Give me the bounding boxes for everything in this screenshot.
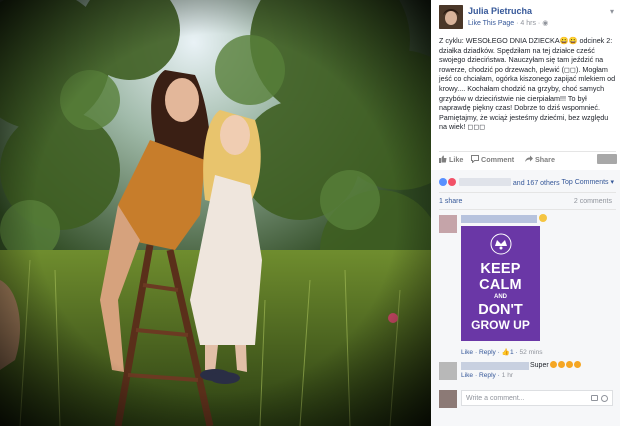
comment-time[interactable]: 52 mins xyxy=(519,349,542,356)
comment-label: Comment xyxy=(481,155,515,164)
crown-icon xyxy=(490,233,512,255)
comment-text: Super xyxy=(530,361,581,369)
share-button[interactable]: Share xyxy=(525,155,555,164)
comment-like-link[interactable]: Like xyxy=(461,372,473,379)
smile-emoji-icon xyxy=(565,361,573,368)
commenter-avatar[interactable] xyxy=(439,362,457,380)
avatar-image xyxy=(439,5,463,29)
reactions-summary[interactable]: and 167 others xyxy=(439,178,560,187)
comment-icon xyxy=(471,155,479,163)
comment-like-count[interactable]: 1 xyxy=(510,349,514,356)
reactor-names xyxy=(458,178,511,186)
divider xyxy=(439,151,616,152)
divider xyxy=(439,209,616,210)
viewer-avatar[interactable] xyxy=(597,154,617,164)
commenter-name[interactable] xyxy=(461,362,529,370)
globe-icon: ◉ xyxy=(542,20,549,27)
smile-emoji-icon xyxy=(573,361,581,368)
page-name[interactable]: Julia Pietrucha xyxy=(468,6,532,16)
comment-text-body: Super xyxy=(530,362,549,369)
camera-icon[interactable] xyxy=(591,395,598,401)
commenter-avatar[interactable] xyxy=(439,215,457,233)
post-photo[interactable] xyxy=(0,0,431,426)
post-meta: Like This Page · 4 hrs · ◉ xyxy=(468,20,549,27)
viewer-avatar[interactable] xyxy=(439,390,457,408)
divider xyxy=(439,192,616,193)
keep-calm-line3: AND xyxy=(494,294,507,300)
comment-input-placeholder: Write a comment... xyxy=(466,395,525,402)
reactions-others[interactable]: and 167 others xyxy=(513,180,560,187)
keep-calm-line5: GROW UP xyxy=(471,318,530,332)
like-page-link[interactable]: Like This Page xyxy=(468,20,514,27)
smile-emoji-icon xyxy=(557,361,565,368)
comment-input[interactable]: Write a comment... xyxy=(461,390,613,406)
photo-illustration xyxy=(0,0,431,426)
post-text: Z cyklu: WESOŁEGO DNIA DZIECKA😀😀 odcinek… xyxy=(439,36,616,132)
share-label: Share xyxy=(535,155,555,164)
keep-calm-line2: CALM xyxy=(479,277,522,293)
keep-calm-line4: DON'T xyxy=(478,302,523,318)
thumbs-up-icon: 👍 xyxy=(501,349,510,356)
like-reaction-icon xyxy=(439,178,447,186)
post-header: Julia Pietrucha Like This Page · 4 hrs ·… xyxy=(439,5,616,35)
share-icon xyxy=(525,155,533,162)
comment-meta: Like · Reply · 1 hr xyxy=(461,372,514,379)
comment-like-link[interactable]: Like xyxy=(461,349,473,356)
thumbs-up-icon xyxy=(439,155,447,163)
comment-reply-link[interactable]: Reply xyxy=(479,372,496,379)
shares-count[interactable]: 1 share xyxy=(439,198,462,205)
post-sidebar: Julia Pietrucha Like This Page · 4 hrs ·… xyxy=(431,0,620,426)
comment-reply-link[interactable]: Reply xyxy=(479,349,496,356)
comment-image[interactable]: KEEP CALM AND DON'T GROW UP xyxy=(461,226,540,341)
love-reaction-icon xyxy=(448,178,456,186)
top-comments-dropdown[interactable]: Top Comments ▾ xyxy=(561,178,614,186)
smile-emoji-icon xyxy=(549,361,557,368)
post-time[interactable]: 4 hrs xyxy=(520,20,536,27)
comment-meta: Like · Reply · 👍1 · 52 mins xyxy=(461,349,543,356)
action-bar: Like Comment Share xyxy=(439,154,619,167)
keep-calm-line1: KEEP xyxy=(480,261,521,277)
comment-time[interactable]: 1 hr xyxy=(502,372,513,379)
like-button[interactable]: Like xyxy=(439,155,463,164)
comments-count[interactable]: 2 comments xyxy=(574,198,612,205)
smile-emoji-icon xyxy=(539,214,547,222)
comment-button[interactable]: Comment xyxy=(471,155,514,164)
like-label: Like xyxy=(449,155,464,164)
page-avatar[interactable] xyxy=(439,5,463,29)
chevron-down-icon[interactable]: ▾ xyxy=(610,7,614,16)
commenter-name[interactable] xyxy=(461,215,537,223)
emoji-icon[interactable] xyxy=(601,395,608,402)
